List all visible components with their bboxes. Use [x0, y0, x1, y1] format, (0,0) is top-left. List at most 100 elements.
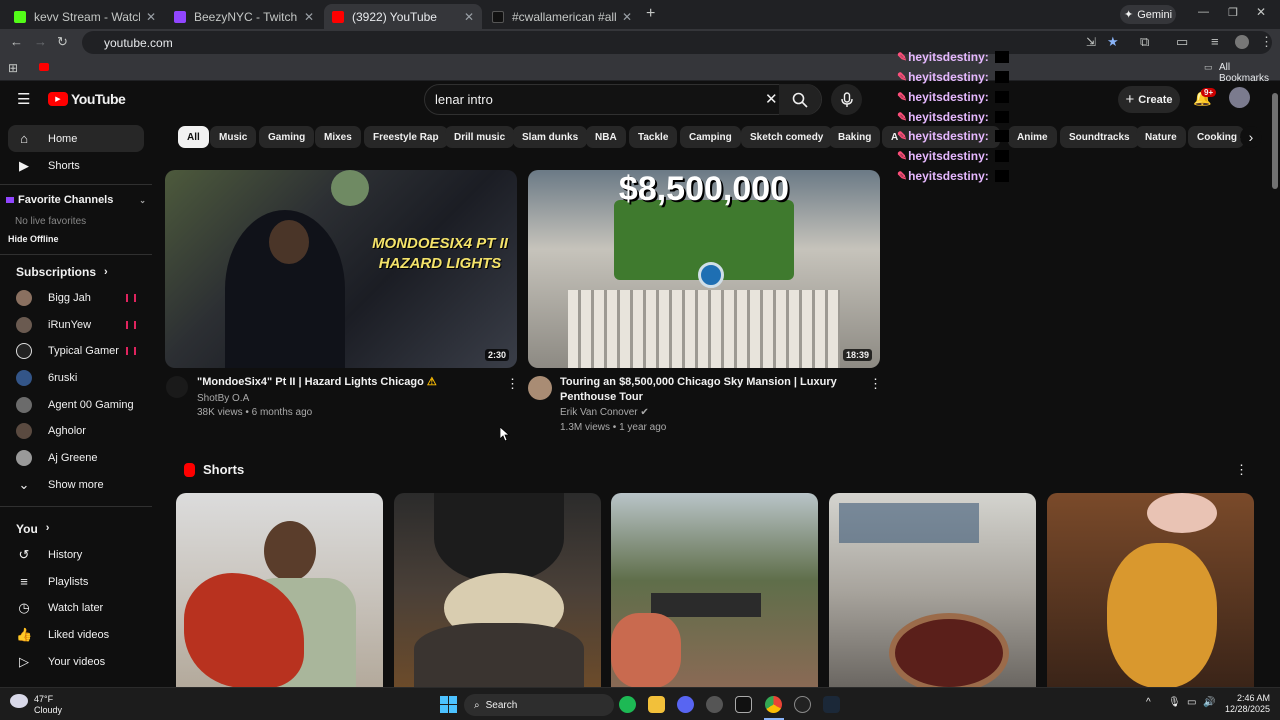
spotify-icon[interactable]	[619, 696, 636, 713]
chip-soundtracks[interactable]: Soundtracks	[1060, 126, 1139, 148]
sidebar-item-playlists[interactable]: ≡ Playlists	[8, 568, 144, 595]
weather-widget[interactable]: 47°F Cloudy	[34, 694, 62, 716]
chip-slam-dunks[interactable]: Slam dunks	[513, 126, 588, 148]
maximize-button[interactable]: ❐	[1228, 6, 1238, 19]
hamburger-menu-icon[interactable]: ☰	[17, 90, 30, 108]
app-icon[interactable]	[794, 696, 811, 713]
chip-nature[interactable]: Nature	[1136, 126, 1186, 148]
subscriptions-header[interactable]: Subscriptions ›	[16, 265, 108, 279]
clear-search-icon[interactable]: ✕	[765, 90, 778, 108]
chip-baking[interactable]: Baking	[829, 126, 881, 148]
install-icon[interactable]: ⇲	[1086, 35, 1096, 49]
new-tab-button[interactable]: +	[646, 5, 655, 23]
search-input[interactable]: lenar intro	[435, 92, 493, 107]
tab-kick[interactable]: kevv Stream - Watch Live on Kick ✕	[6, 4, 164, 29]
close-icon[interactable]: ✕	[622, 10, 632, 24]
hide-offline-button[interactable]: Hide Offline	[8, 234, 59, 244]
profile-avatar[interactable]	[1235, 35, 1249, 49]
video-menu-icon[interactable]: ⋮	[869, 376, 882, 392]
epic-games-icon[interactable]	[735, 696, 752, 713]
short-thumbnail[interactable]	[394, 493, 601, 688]
search-button[interactable]	[779, 84, 821, 115]
sidebar-item-liked-videos[interactable]: 👍 Liked videos	[8, 621, 144, 648]
windows-start-icon[interactable]	[440, 696, 457, 713]
chrome-icon[interactable]	[765, 696, 782, 713]
create-button[interactable]: + Create	[1118, 86, 1180, 113]
taskbar-search[interactable]: ⌕ Search	[464, 694, 614, 716]
menu-icon[interactable]: ⋮	[1260, 34, 1273, 50]
video-title[interactable]: "MondoeSix4" Pt II | Hazard Lights Chica…	[197, 375, 497, 390]
sidebar-item-6ruski[interactable]: 6ruski	[8, 364, 144, 391]
sidebar-item-watch-later[interactable]: ◷ Watch later	[8, 594, 144, 621]
volume-icon[interactable]: 🔊	[1203, 697, 1215, 708]
sidebar-item-irunyew[interactable]: iRunYew	[8, 311, 144, 338]
search-box[interactable]: lenar intro ✕	[424, 84, 822, 115]
channel-avatar[interactable]	[528, 376, 552, 400]
sidebar-item-agholor[interactable]: Agholor	[8, 417, 144, 444]
sidebar-item-typical-gamer[interactable]: Typical Gamer	[8, 337, 144, 364]
discord-icon[interactable]	[677, 696, 694, 713]
short-thumbnail[interactable]	[829, 493, 1036, 688]
youtube-bookmark-icon[interactable]	[39, 63, 49, 71]
tab-tiktok[interactable]: #cwallamerican #allamerican | ... ✕	[484, 4, 640, 29]
app-icon[interactable]	[706, 696, 723, 713]
forward-icon[interactable]: →	[34, 34, 47, 49]
chip-freestyle-rap[interactable]: Freestyle Rap	[364, 126, 448, 148]
minimize-button[interactable]: —	[1198, 6, 1209, 18]
chip-camping[interactable]: Camping	[680, 126, 741, 148]
chip-sketch-comedy[interactable]: Sketch comedy	[741, 126, 833, 148]
channel-name[interactable]: Erik Van Conover ✔	[560, 405, 649, 420]
chip-tackle[interactable]: Tackle	[629, 126, 678, 148]
sidebar-item-your-videos[interactable]: ▷ Your videos	[8, 648, 144, 675]
video-title[interactable]: Touring an $8,500,000 Chicago Sky Mansio…	[560, 375, 860, 405]
back-icon[interactable]: ←	[10, 34, 23, 49]
chip-all[interactable]: All	[178, 126, 209, 148]
close-icon[interactable]: ✕	[464, 10, 474, 24]
chip-mixes[interactable]: Mixes	[315, 126, 361, 148]
scrollbar-thumb[interactable]	[1272, 93, 1278, 189]
extensions-icon[interactable]: ⧉	[1140, 34, 1149, 50]
clock[interactable]: 2:46 AM 12/28/2025	[1220, 693, 1270, 715]
tray-chevron-icon[interactable]: ^	[1146, 697, 1151, 708]
you-header[interactable]: You ›	[16, 522, 49, 536]
microphone-icon[interactable]: 🎙	[1168, 697, 1181, 708]
shorts-menu-icon[interactable]: ⋮	[1235, 462, 1248, 478]
channel-avatar[interactable]	[166, 376, 188, 398]
video-thumbnail[interactable]: $8,500,000 18:39	[528, 170, 880, 368]
chip-gaming[interactable]: Gaming	[259, 126, 315, 148]
sidebar-item-aj-greene[interactable]: Aj Greene	[8, 444, 144, 471]
sidebar-item-agent-00-gaming[interactable]: Agent 00 Gaming	[8, 391, 144, 418]
short-thumbnail[interactable]	[611, 493, 818, 688]
page-scrollbar[interactable]	[1270, 81, 1280, 687]
channel-name[interactable]: ShotBy O.A	[197, 391, 249, 406]
chip-cooking[interactable]: Cooking sh	[1188, 126, 1244, 148]
youtube-logo[interactable]: ▶ YouTube	[48, 91, 126, 107]
chips-next-arrow-icon[interactable]: ›	[1240, 126, 1262, 148]
file-explorer-icon[interactable]	[648, 696, 665, 713]
video-menu-icon[interactable]: ⋮	[506, 376, 519, 392]
sidebar-item-history[interactable]: ↺ History	[8, 541, 144, 568]
tab-twitch[interactable]: BeezyNYC - Twitch ✕	[166, 4, 322, 29]
split-view-icon[interactable]: ▭	[1176, 34, 1188, 50]
favorite-channels-header[interactable]: Favorite Channels ⌄	[6, 194, 146, 206]
short-thumbnail[interactable]	[1047, 493, 1254, 688]
apps-icon[interactable]: ⊞	[8, 61, 18, 75]
video-thumbnail[interactable]: MONDOESIX4 PT II HAZARD LIGHTS 2:30	[165, 170, 517, 368]
voice-search-button[interactable]	[831, 84, 862, 115]
show-more-button[interactable]: ⌄ Show more	[8, 471, 144, 498]
gemini-button[interactable]: ✦ Gemini	[1120, 5, 1176, 24]
bookmark-star-icon[interactable]: ★	[1107, 34, 1119, 50]
tab-youtube[interactable]: (3922) YouTube ✕	[324, 4, 482, 29]
chip-drill-music[interactable]: Drill music	[445, 126, 515, 148]
reload-icon[interactable]: ↻	[57, 34, 68, 50]
network-icon[interactable]: ▭	[1187, 697, 1196, 708]
address-bar[interactable]: youtube.com ⇲ ★	[82, 31, 1272, 54]
chip-nba[interactable]: NBA	[586, 126, 626, 148]
steam-icon[interactable]	[823, 696, 840, 713]
close-icon[interactable]: ✕	[146, 10, 156, 24]
sidebar-item-bigg-jah[interactable]: Bigg Jah	[8, 284, 144, 311]
media-icon[interactable]: ≡	[1211, 34, 1219, 49]
chip-music[interactable]: Music	[210, 126, 257, 148]
sidebar-item-home[interactable]: ⌂ Home	[8, 125, 144, 152]
chip-anime[interactable]: Anime	[1008, 126, 1057, 148]
